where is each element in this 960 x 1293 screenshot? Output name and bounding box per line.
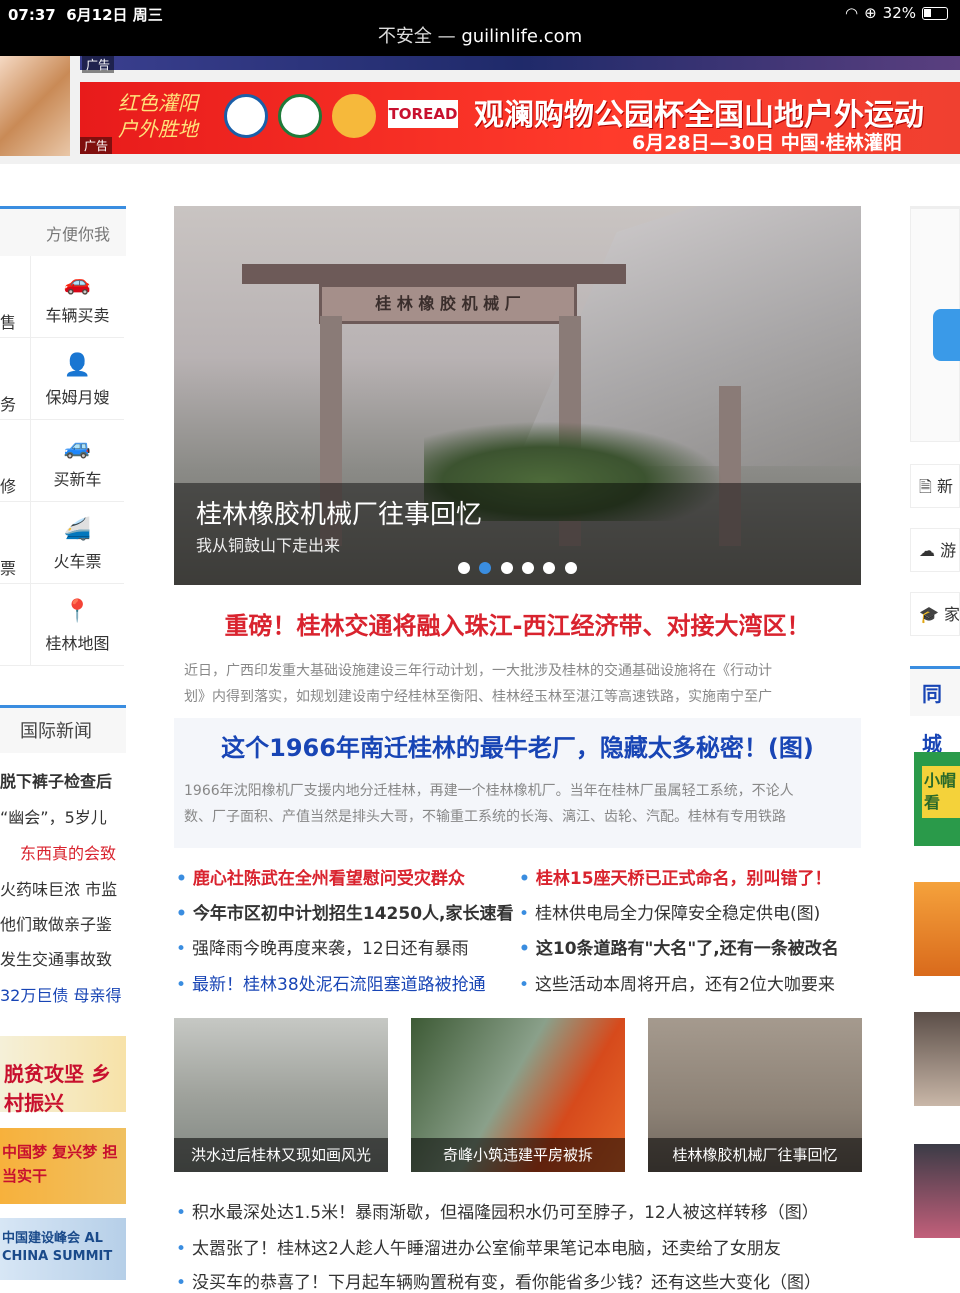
status-time: 07:37 6月12日 周三 — [8, 6, 163, 24]
news-link[interactable]: 强降雨今晚再度来袭，12日还有暴雨 — [176, 934, 469, 959]
left-ad-3[interactable]: 中国建设峰会 AL CHINA SUMMIT — [0, 1218, 126, 1280]
logo-icon — [332, 94, 376, 138]
news-link[interactable]: 积水最深处达1.5米！暴雨渐歇，但福隆园积水仍可至脖子，12人被这样转移（图） — [176, 1198, 819, 1223]
news-link[interactable]: 今年市区初中计划招生14250人,家长速看 — [176, 899, 514, 924]
gate-plaque: 桂 林 橡 胶 机 械 厂 — [319, 284, 577, 324]
left-ad-2[interactable]: 中国梦 复兴梦 担当实干 — [0, 1128, 126, 1204]
nanny-icon: 👤 — [63, 353, 92, 378]
battery-icon — [922, 6, 948, 20]
doc-icon: 🗎 — [919, 477, 932, 496]
ad-date: 6月28日—30日 中国·桂林灌阳 — [632, 132, 902, 154]
address-bar[interactable]: 不安全 — guilinlife.com — [0, 26, 960, 56]
carousel-dot[interactable] — [565, 562, 577, 574]
right-link-news[interactable]: 🗎 新 — [910, 464, 960, 508]
orientation-lock-icon: ⊕ — [864, 4, 877, 22]
intl-news-title: 国际新闻 — [0, 705, 126, 753]
list-item[interactable]: 32万巨债 母亲得 — [0, 982, 126, 1006]
service-grid: 售 🚗 车辆买卖 务 👤 保姆月嫂 修 🚙 买新车 票 🚄 火车票 📍 桂林地图 — [0, 256, 126, 666]
service-car-trade[interactable]: 🚗 车辆买卖 — [30, 256, 124, 338]
convenience-title: 方便你我 — [0, 206, 126, 256]
wifi-icon: ◠ — [844, 4, 859, 22]
right-ad-3[interactable] — [914, 1012, 960, 1106]
right-link-travel[interactable]: ☁ 游 — [910, 528, 960, 572]
news-link[interactable]: 桂林15座天桥已正式命名，别叫错了！ — [519, 864, 832, 889]
right-login-box — [910, 206, 960, 442]
ad-left-image[interactable] — [0, 56, 70, 156]
thumb-card[interactable]: 桂林橡胶机械厂往事回忆 — [648, 1018, 862, 1172]
carousel-dot[interactable] — [522, 562, 534, 574]
summary-1: 近日，广西印发重大基础设施建设三年行动计划，一大批涉及桂林的交通基础设施将在《行… — [184, 663, 772, 705]
service-nanny[interactable]: 👤 保姆月嫂 — [30, 338, 124, 420]
brand-logo: TOREAD — [388, 100, 458, 128]
news-link[interactable]: 鹿心社陈武在全州看望慰问受灾群众 — [176, 864, 465, 889]
ad-top-banner[interactable]: 广告 — [80, 56, 960, 73]
news-link[interactable]: 没买车的恭喜了！下月起车辆购置税有变，看你能省多少钱？还有这些大变化（图） — [176, 1268, 821, 1293]
ad-banner[interactable]: 红色灌阳 户外胜地 TOREAD 观澜购物公园杯全国山地户外运动 6月28日—3… — [80, 82, 960, 154]
thumb-card[interactable]: 奇峰小筑违建平房被拆 — [411, 1018, 625, 1172]
service-map[interactable]: 📍 桂林地图 — [30, 584, 124, 666]
train-icon: 🚄 — [63, 517, 92, 542]
headline-2[interactable]: 这个1966年南迁桂林的最牛老厂，隐藏太多秘密！(图) — [174, 728, 861, 763]
right-ad-2[interactable] — [914, 882, 960, 976]
ad-tag: 广告 — [80, 137, 113, 154]
list-item[interactable]: 东西真的会致 — [20, 840, 146, 864]
headline-1[interactable]: 重磅！桂林交通将融入珠江-西江经济带、对接大湾区！ — [174, 606, 861, 641]
url-domain: guilinlife.com — [461, 26, 583, 47]
right-ad-1[interactable]: 小帽 看 — [914, 752, 960, 846]
cloud-icon: ☁ — [919, 541, 935, 560]
list-item[interactable]: 发生交通事故致 — [0, 946, 126, 970]
ad-slogan: 红色灌阳 户外胜地 — [118, 91, 198, 141]
ad-tag: 广告 — [82, 56, 115, 73]
carousel-dot[interactable] — [543, 562, 555, 574]
carousel-dot[interactable] — [458, 562, 470, 574]
battery-percent: 32% — [882, 4, 916, 22]
cap-icon: 🎓 — [919, 605, 939, 624]
logo-icon — [278, 94, 322, 138]
right-ad-4[interactable] — [914, 1144, 960, 1238]
carousel-dot[interactable] — [501, 562, 513, 574]
carousel-title[interactable]: 桂林橡胶机械厂往事回忆 — [196, 494, 482, 531]
service-new-car[interactable]: 🚙 买新车 — [30, 420, 124, 502]
news-link[interactable]: 最新！桂林38处泥石流阻塞道路被抢通 — [176, 970, 486, 995]
thumb-caption: 洪水过后桂林又现如画风光 — [174, 1138, 388, 1172]
left-ad-1[interactable]: 脱贫攻坚 乡村振兴 — [0, 1036, 126, 1115]
list-item[interactable]: 他们敢做亲子鉴 — [0, 911, 126, 935]
news-link[interactable]: 桂林供电局全力保障安全稳定供电(图) — [519, 899, 820, 924]
right-link-home[interactable]: 🎓 家 — [910, 592, 960, 636]
car-icon: 🚗 — [63, 271, 92, 296]
login-button[interactable] — [933, 309, 960, 361]
status-icons: ◠ ⊕ 32% — [845, 4, 948, 22]
service-train-ticket[interactable]: 🚄 火车票 — [30, 502, 124, 584]
list-item[interactable]: 脱下裤子检查后 — [0, 768, 126, 792]
map-pin-icon: 📍 — [63, 599, 92, 624]
list-item[interactable]: “幽会”，5岁儿 — [0, 804, 126, 828]
thumb-caption: 桂林橡胶机械厂往事回忆 — [648, 1138, 862, 1172]
news-link[interactable]: 这10条道路有"大名"了,还有一条被改名 — [519, 934, 839, 959]
list-item[interactable]: 火药味巨浓 市监 — [0, 876, 126, 900]
right-section-title: 同城 — [910, 666, 960, 756]
carousel-dot-active[interactable] — [479, 562, 491, 574]
news-link[interactable]: 这些活动本周将开启，还有2位大咖要来 — [519, 970, 835, 995]
security-warning: 不安全 — — [377, 26, 456, 47]
hero-carousel[interactable]: 桂 林 橡 胶 机 械 厂 桂林橡胶机械厂往事回忆 我从铜鼓山下走出来 — [174, 206, 861, 585]
thumb-card[interactable]: 洪水过后桂林又现如画风光 — [174, 1018, 388, 1172]
logo-icon — [224, 94, 268, 138]
new-car-icon: 🚙 — [63, 435, 92, 460]
news-link[interactable]: 太嚣张了！桂林这2人趁人午睡溜进办公室偷苹果笔记本电脑，还卖给了女朋友 — [176, 1234, 781, 1259]
status-bar: 07:37 6月12日 周三 ◠ ⊕ 32% — [0, 0, 960, 26]
thumb-caption: 奇峰小筑违建平房被拆 — [411, 1138, 625, 1172]
summary-2: 1966年沈阳橡机厂支援内地分迁桂林，再建一个桂林橡机厂。当年在桂林厂虽属轻工系… — [184, 783, 794, 825]
carousel-subtitle: 我从铜鼓山下走出来 — [196, 536, 341, 555]
